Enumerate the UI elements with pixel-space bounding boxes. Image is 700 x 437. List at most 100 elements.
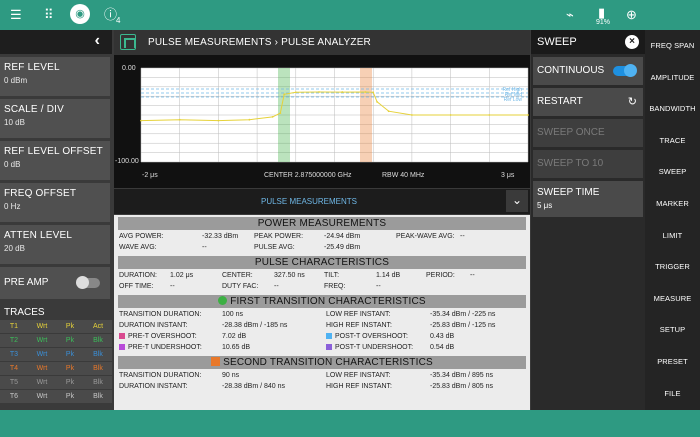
cell-value: -- [202,244,207,251]
param-value: 0 dB [4,160,21,169]
post-undershoot-marker-icon [326,344,332,350]
trace-name: T1 [9,323,19,330]
atten-level-button[interactable]: ATTEN LEVEL 20 dB [0,225,110,264]
menu-preset[interactable]: PRESET [645,346,700,378]
trace-detector: Pk [65,351,75,358]
trace-row-t5[interactable]: T5 Wrt Pk Blk [0,376,112,389]
trace-detector: Pk [65,365,75,372]
menu-trigger[interactable]: TRIGGER [645,251,700,283]
trace-state: Blk [93,365,103,372]
param-value: 0 dBm [4,76,28,85]
continuous-toggle-row[interactable]: CONTINUOUS [533,57,643,85]
sweep-once-label: SWEEP ONCE [537,127,605,138]
traces-title: TRACES [4,307,45,318]
table-row: TRANSITION DURATION: 100 ns LOW REF INST… [114,310,530,321]
back-row: ‹ [0,30,112,54]
chevron-left-icon[interactable]: ‹ [95,32,100,50]
cell-value: -28.38 dBm / -185 ns [222,322,288,329]
pre-amp-toggle[interactable] [76,276,100,289]
trace-name: T3 [9,351,19,358]
cell-value: -35.34 dBm / 895 ns [430,372,494,379]
continuous-label: CONTINUOUS [537,65,605,76]
menu-setup[interactable]: SETUP [645,314,700,346]
cell-value: -- [170,283,175,290]
menu-freq-span[interactable]: FREQ SPAN [645,30,700,62]
pre-amp-label: PRE AMP [4,277,49,288]
apps-grid-icon[interactable]: ⠿ [44,6,54,24]
trace-state: Blk [93,379,103,386]
cell-value: -24.94 dBm [324,233,361,240]
trace-state: Act [92,323,104,330]
trace-point [527,114,529,116]
cell-value: -25.83 dBm / 805 ns [430,383,494,390]
menu-trace[interactable]: TRACE [645,125,700,157]
sweep-time-button[interactable]: SWEEP TIME 5 μs [533,181,643,217]
trace-row-t2[interactable]: T2 Wrt Pk Blk [0,334,112,347]
trace-point [178,118,181,121]
menu-amplitude[interactable]: AMPLITUDE [645,62,700,94]
cell-value: -28.38 dBm / 840 ns [222,383,286,390]
param-value: 10 dB [4,118,25,127]
rbw-label: RBW 40 MHz [382,172,425,179]
post-overshoot-marker-icon [326,333,332,339]
cell-label: TILT: [324,272,340,279]
cell-label: LOW REF INSTANT: [326,372,391,379]
trace-row-t4[interactable]: T4 Wrt Pk Blk [0,362,112,375]
param-label: REF LEVEL OFFSET [4,146,103,157]
location-icon[interactable]: ⊕ [626,6,637,24]
cell-value: 0.54 dB [430,344,455,351]
breadcrumb[interactable]: PULSE MEASUREMENTS › PULSE ANALYZER [148,37,371,48]
menu-icon[interactable]: ☰ [10,6,22,24]
trace-row-t3[interactable]: T3 Wrt Pk Blk [0,348,112,361]
second-transition-title: SECOND TRANSITION CHARACTERISTICS [223,357,433,368]
ref-level-button[interactable]: REF LEVEL 0 dBm [0,57,110,96]
app-window: ☰ ⠿ ◉ ⓘ 4 ⌁ ▮ 91% ⊕ ‹ REF LEVEL 0 dBm SC… [0,0,700,437]
scale-div-button[interactable]: SCALE / DIV 10 dB [0,99,110,138]
chart-footer: -2 μs CENTER 2.875000000 GHz RBW 40 MHz … [114,168,530,186]
menu-sweep[interactable]: SWEEP [645,156,700,188]
continuous-toggle[interactable] [613,64,637,77]
menu-bandwidth[interactable]: BANDWIDTH [645,93,700,125]
param-value: 0 Hz [4,202,21,211]
pre-amp-row: PRE AMP [0,267,110,299]
ref-level-offset-button[interactable]: REF LEVEL OFFSET 0 dB [0,141,110,180]
table-row: WAVE AVG: -- PULSE AVG: -25.49 dBm [114,243,530,254]
restart-button[interactable]: RESTART ↻ [533,88,643,116]
first-transition-dot-icon [218,296,228,305]
cell-label: HIGH REF INSTANT: [326,383,392,390]
refresh-icon: ↻ [627,96,637,108]
second-transition-band [360,68,372,162]
sweep-once-button[interactable]: SWEEP ONCE [533,119,643,147]
cell-label: WAVE AVG: [119,244,157,251]
chevron-down-icon[interactable]: ⌄ [506,190,528,212]
menu-file[interactable]: FILE [645,378,700,410]
table-row: OFF TIME: -- DUTY FAC: -- FREQ: -- [114,282,530,293]
freq-offset-button[interactable]: FREQ OFFSET 0 Hz [0,183,110,222]
cell-label: OFF TIME: [119,283,154,290]
table-row: TRANSITION DURATION: 90 ns LOW REF INSTA… [114,371,530,382]
trace-row-t1[interactable]: T1 Wrt Pk Act [0,320,112,333]
x-end-label: 3 μs [501,172,515,179]
main-header: PULSE MEASUREMENTS › PULSE ANALYZER [114,30,530,55]
cell-label: DUTY FAC: [222,283,259,290]
y-top-label: 0.00 [122,65,136,72]
measurement-table: POWER MEASUREMENTS AVG POWER: -32.33 dBm… [114,215,530,410]
cell-value: -35.34 dBm / -225 ns [430,311,496,318]
camera-icon[interactable]: ◉ [70,4,90,24]
table-row: DURATION INSTANT: -28.38 dBm / 840 ns HI… [114,382,530,393]
pre-undershoot-marker-icon [119,344,125,350]
tab-pulse-measurements[interactable]: PULSE MEASUREMENTS [114,197,504,206]
trace-point [449,114,452,116]
cell-label: LOW REF INSTANT: [326,311,391,318]
cell-value: 7.02 dB [222,333,247,340]
trace-name: T4 [9,365,19,372]
trace-row-t6[interactable]: T6 Wrt Pk Blk [0,390,112,403]
cell-value: -25.49 dBm [324,244,361,251]
sweep-to-10-button[interactable]: SWEEP TO 10 [533,150,643,178]
menu-measure[interactable]: MEASURE [645,283,700,315]
notification-count: 4 [116,16,121,25]
menu-marker[interactable]: MARKER [645,188,700,220]
trace-state: Blk [93,393,103,400]
menu-limit[interactable]: LIMIT [645,220,700,252]
close-icon[interactable]: × [625,35,639,49]
